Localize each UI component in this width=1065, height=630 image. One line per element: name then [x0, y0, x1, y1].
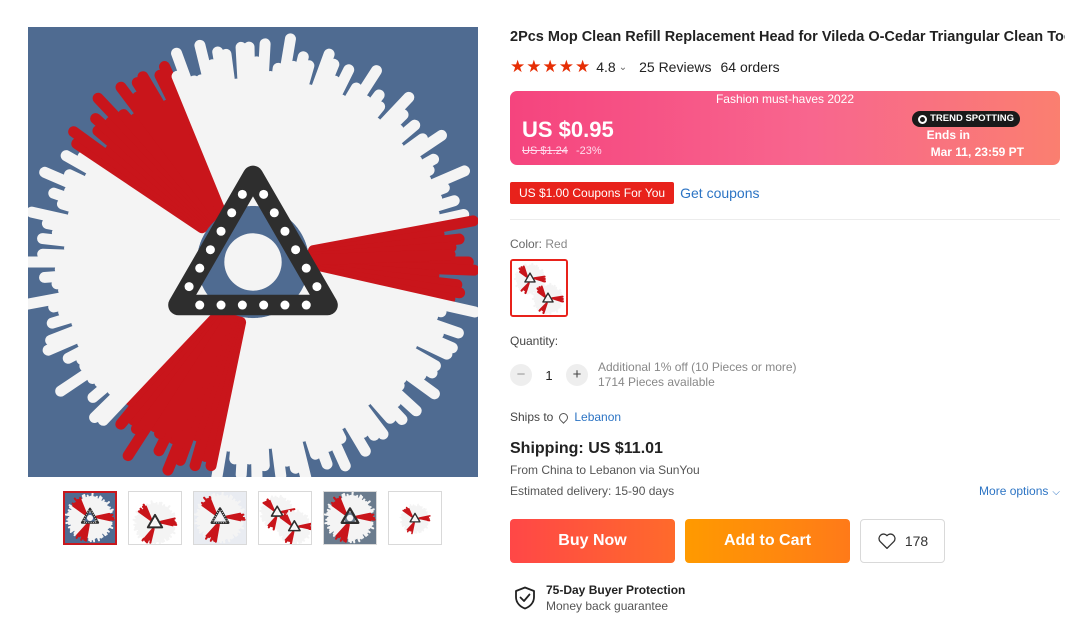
heart-icon: [878, 533, 896, 550]
thumbnail-6[interactable]: [388, 491, 442, 545]
promo-label: Fashion must-haves 2022: [715, 92, 855, 106]
color-label-text: Color:: [510, 237, 543, 251]
star-icon: ★: [558, 57, 574, 76]
thumbnail-1[interactable]: [63, 491, 117, 545]
ends-in-label: Ends in: [926, 128, 970, 142]
price-banner: Fashion must-haves 2022 US $0.95 US $1.2…: [510, 91, 1060, 165]
chevron-down-icon: ⌵: [1052, 487, 1060, 498]
protection-subtitle: Money back guarantee: [546, 599, 669, 613]
estimated-delivery: Estimated delivery: 15-90 days: [510, 484, 675, 498]
quantity-label: Quantity:: [510, 334, 559, 348]
more-options-label: More options: [979, 484, 1049, 498]
star-icon: ★: [542, 57, 558, 76]
ships-to-row: Ships to Lebanon: [510, 410, 621, 424]
coupon-row: US $1.00 Coupons For You Get coupons: [510, 182, 760, 204]
current-price: US $0.95: [522, 117, 614, 142]
thumbnail-2[interactable]: [128, 491, 182, 545]
mop-head-image: [28, 27, 478, 477]
buy-now-button[interactable]: Buy Now: [510, 519, 675, 563]
stock-available: 1714 Pieces available: [598, 375, 715, 389]
shipping-route: From China to Lebanon via SunYou: [510, 463, 700, 477]
quantity-plus-button[interactable]: +: [566, 364, 588, 386]
bulk-discount-note: Additional 1% off (10 Pieces or more): [598, 360, 797, 374]
add-to-cart-button[interactable]: Add to Cart: [685, 519, 850, 563]
thumbnail-image: [65, 493, 115, 543]
star-icon: ★: [526, 57, 542, 76]
quantity-input[interactable]: 1: [532, 368, 566, 383]
thumbnail-image: [324, 492, 376, 544]
reviews-link[interactable]: 25 Reviews: [639, 59, 711, 75]
protection-text: 75-Day Buyer Protection Money back guara…: [546, 583, 685, 613]
trend-badge: TREND SPOTTING: [912, 111, 1020, 127]
location-pin-icon: [557, 410, 571, 424]
shipping-price: Shipping: US $11.01: [510, 440, 663, 457]
quantity-stepper: − 1 + Additional 1% off (10 Pieces or mo…: [510, 360, 797, 390]
rating-row: ★ ★ ★ ★ ★ 4.8 ⌄ 25 Reviews 64 orders: [510, 57, 780, 77]
star-icon: ★: [575, 57, 591, 76]
divider: [510, 219, 1060, 220]
main-product-image[interactable]: [28, 27, 478, 477]
product-info-panel: 2Pcs Mop Clean Refill Replacement Head f…: [510, 0, 1065, 630]
wishlist-button[interactable]: 178: [860, 519, 945, 563]
ships-to-country[interactable]: Lebanon: [574, 410, 621, 424]
trend-label: TREND SPOTTING: [930, 113, 1014, 124]
thumbnail-3[interactable]: [193, 491, 247, 545]
thumbnail-strip: [63, 491, 453, 547]
color-label: Color: Red: [510, 237, 567, 251]
product-title: 2Pcs Mop Clean Refill Replacement Head f…: [510, 29, 1065, 45]
quantity-minus-button[interactable]: −: [510, 364, 532, 386]
thumbnail-image: [389, 492, 441, 544]
thumbnail-4[interactable]: [258, 491, 312, 545]
color-value: Red: [545, 237, 568, 251]
coupon-badge[interactable]: US $1.00 Coupons For You: [510, 182, 675, 204]
color-swatch-red[interactable]: [510, 259, 568, 317]
more-options-link[interactable]: More options ⌵: [979, 484, 1060, 498]
star-rating: ★ ★ ★ ★ ★: [510, 57, 590, 77]
wishlist-count: 178: [904, 533, 929, 549]
buyer-protection: 75-Day Buyer Protection Money back guara…: [514, 583, 685, 613]
thumbnail-5[interactable]: [323, 491, 377, 545]
promo-end-date: Mar 11, 23:59 PT: [930, 145, 1024, 159]
thumbnail-image: [259, 492, 311, 544]
thumbnail-image: [194, 492, 246, 544]
discount-percent: -23%: [575, 145, 602, 157]
quantity-notes: Additional 1% off (10 Pieces or more) 17…: [598, 360, 797, 390]
protection-title: 75-Day Buyer Protection: [546, 583, 686, 597]
original-price: US $1.24: [522, 145, 568, 157]
trend-icon: [918, 114, 928, 124]
thumbnail-image: [129, 492, 181, 544]
rating-value[interactable]: 4.8: [596, 59, 615, 75]
shield-check-icon: [515, 586, 535, 610]
swatch-image: [512, 261, 566, 315]
star-icon: ★: [510, 57, 526, 76]
chevron-down-icon[interactable]: ⌄: [619, 62, 627, 73]
orders-count: 64 orders: [720, 59, 780, 75]
original-price-row: US $1.24 -23%: [522, 145, 602, 157]
ships-to-label: Ships to: [510, 410, 554, 424]
get-coupons-link[interactable]: Get coupons: [680, 185, 759, 201]
